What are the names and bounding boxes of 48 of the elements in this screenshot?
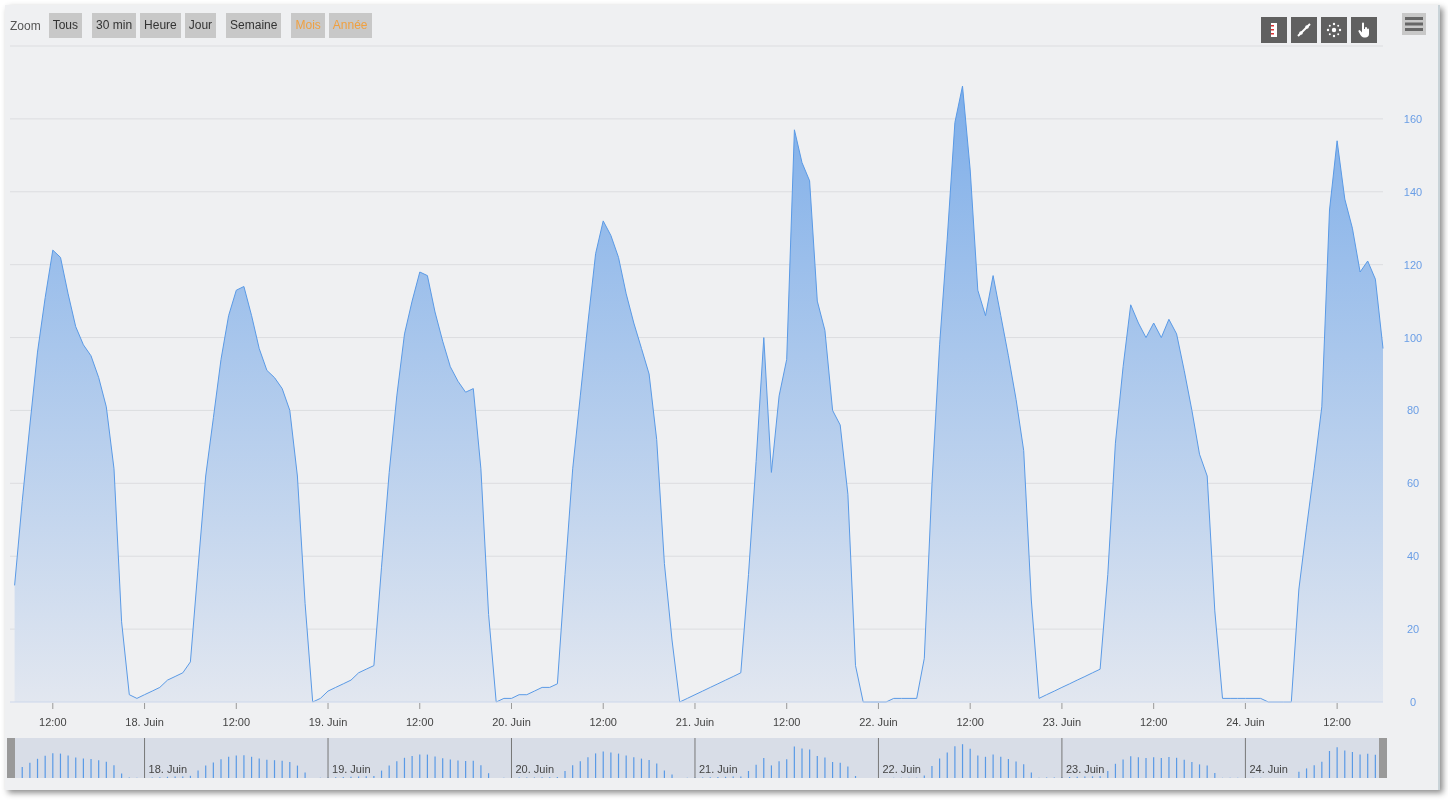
menu-icon — [1405, 17, 1423, 31]
menu-button[interactable] — [1402, 13, 1426, 35]
range-button[interactable]: 30 min — [92, 13, 137, 38]
x-axis-label: 19. Juin — [308, 716, 348, 728]
y-axis-label: 120 — [1403, 258, 1423, 271]
navigator-label: 18. Juin — [148, 763, 188, 775]
navigator-handle[interactable] — [1379, 738, 1387, 778]
navigator-handle[interactable] — [7, 738, 15, 778]
x-axis-label: 12:00 — [39, 716, 67, 728]
range-button[interactable]: Tous — [48, 13, 83, 38]
line-icon — [1296, 22, 1312, 38]
y-axis-label: 60 — [1406, 477, 1420, 490]
y-axis-label: 0 — [1409, 696, 1417, 708]
tool-button[interactable] — [1351, 17, 1377, 43]
navigator-label: 23. Juin — [1065, 763, 1105, 775]
x-axis-label: 23. Juin — [1042, 716, 1082, 728]
navigator-label: 24. Juin — [1249, 763, 1288, 775]
x-axis-label: 22. Juin — [859, 716, 898, 728]
x-axis-label: 12:00 — [1323, 716, 1351, 728]
x-axis-label: 21. Juin — [675, 716, 715, 728]
x-axis-label: 12:00 — [1139, 716, 1168, 728]
x-axis-label: 20. Juin — [492, 716, 531, 728]
y-axis-label: 100 — [1403, 331, 1423, 344]
range-button[interactable]: Heure — [140, 13, 181, 38]
x-axis-label: 12:00 — [772, 716, 801, 728]
y-axis-label: 20 — [1406, 623, 1420, 636]
x-axis-label: 12:00 — [956, 716, 984, 728]
hand-icon — [1356, 22, 1372, 38]
tool-button[interactable] — [1321, 17, 1347, 43]
crosshair-icon — [1326, 22, 1342, 38]
range-button[interactable]: Semaine — [226, 13, 282, 38]
navigator-label: 21. Juin — [698, 763, 738, 775]
y-axis-label: 140 — [1403, 185, 1423, 198]
y-axis-label: 80 — [1406, 404, 1420, 417]
x-axis-label: 12:00 — [406, 716, 434, 728]
navigator-label: 22. Juin — [882, 763, 921, 775]
tool-button[interactable] — [1261, 17, 1287, 43]
tool-button[interactable] — [1291, 17, 1317, 43]
y-axis-label: 160 — [1403, 112, 1423, 125]
x-axis-label: 24. Juin — [1226, 716, 1265, 728]
navigator-label: 20. Juin — [515, 763, 555, 775]
x-axis-label: 12:00 — [589, 716, 617, 728]
zoom-label: Zoom — [10, 17, 41, 35]
y-axis-label: 40 — [1406, 550, 1420, 563]
x-axis-label: 18. Juin — [125, 716, 164, 728]
range-button[interactable]: Jour — [184, 13, 217, 38]
x-axis-label: 12:00 — [222, 716, 251, 728]
navigator-label: 19. Juin — [332, 763, 371, 775]
